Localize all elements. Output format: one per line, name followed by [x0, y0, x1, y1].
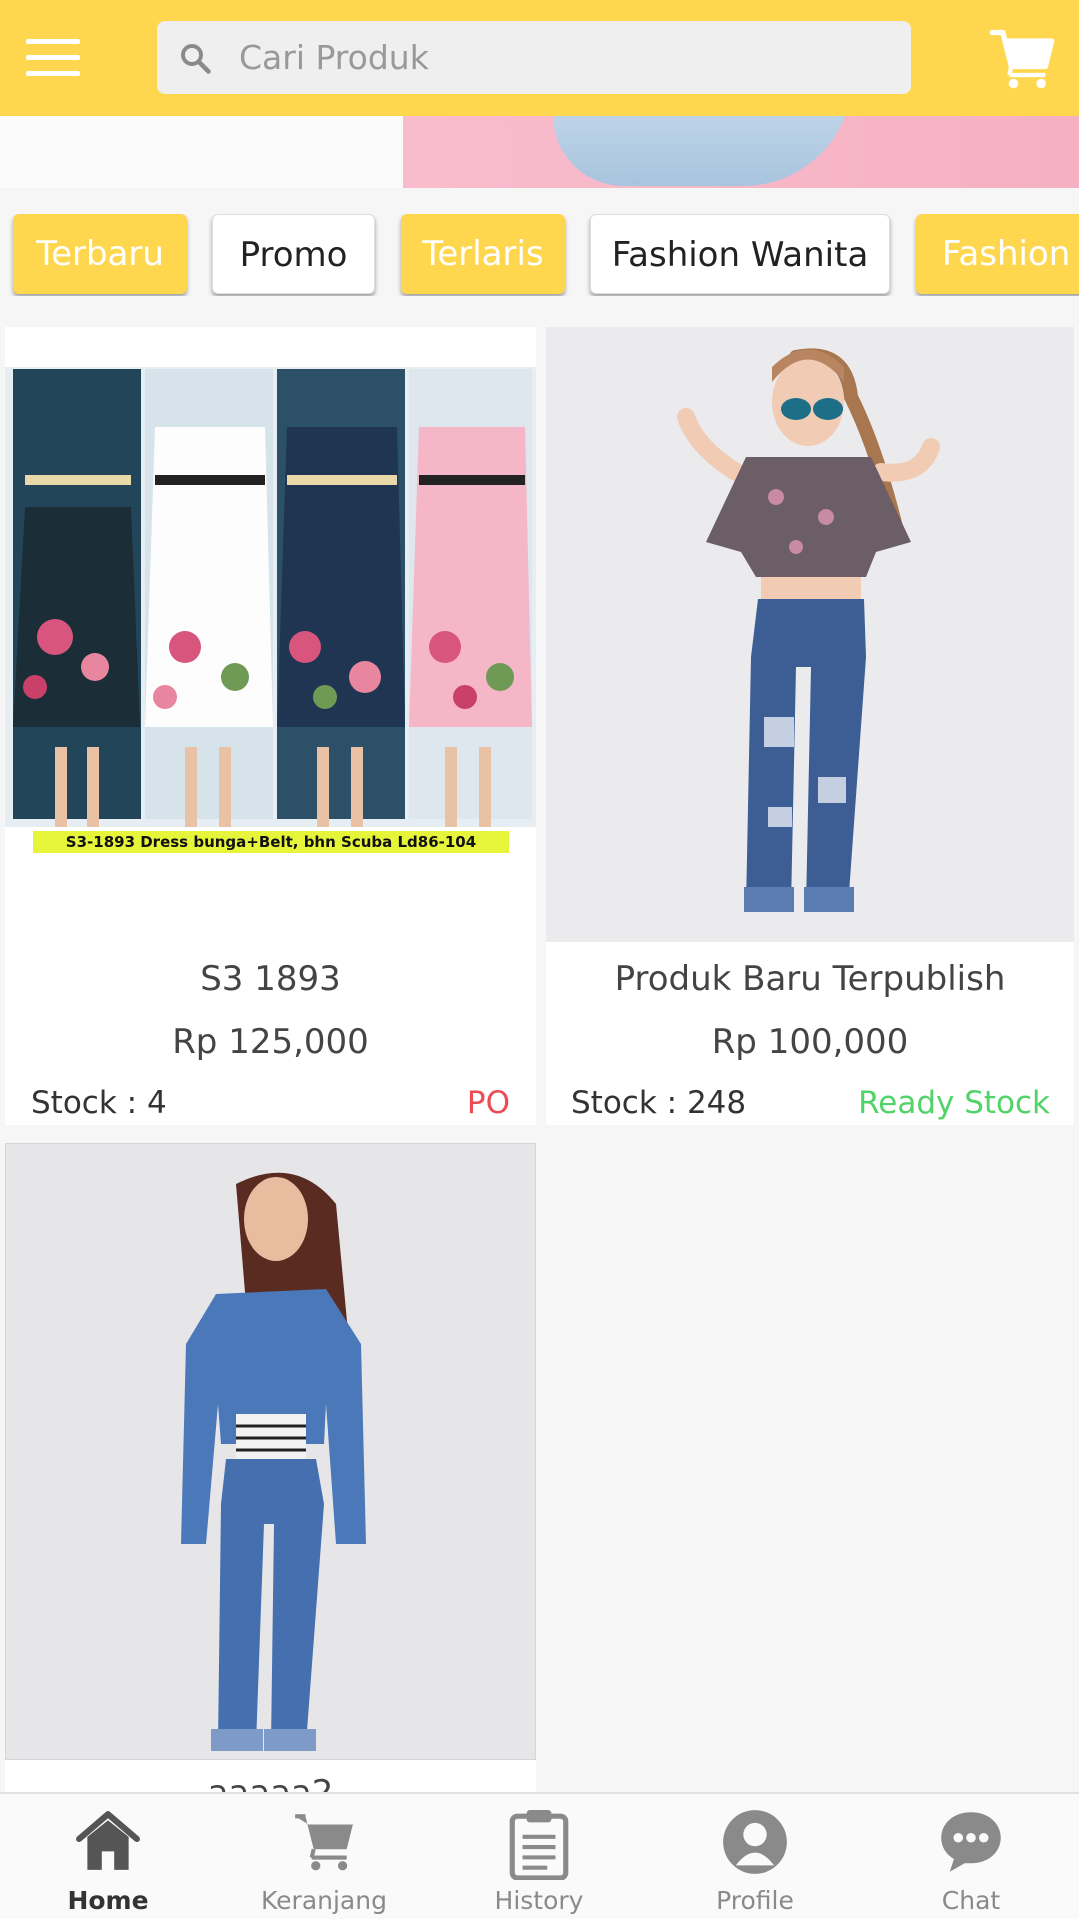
nav-chat[interactable]: Chat [886, 1794, 1056, 1919]
chat-icon [941, 1812, 1001, 1872]
profile-icon [723, 1810, 787, 1874]
search-bar[interactable] [157, 21, 911, 94]
product-image [546, 327, 1074, 942]
product-name: Produk Baru Terpublish [614, 959, 1006, 999]
clipboard-icon [509, 1810, 569, 1880]
product-image [5, 1143, 536, 1760]
bottom-navigation: Home Keranjang History Profile Chat [0, 1792, 1079, 1919]
banner-image [403, 116, 1079, 188]
nav-profile[interactable]: Profile [670, 1794, 840, 1919]
chip-terlaris[interactable]: Terlaris [401, 214, 565, 294]
category-chips: Terbaru Promo Terlaris Fashion Wanita Fa… [0, 214, 1079, 296]
product-card[interactable]: aaaaa2 [5, 1143, 536, 1803]
product-name: S3 1893 [200, 959, 341, 999]
nav-home[interactable]: Home [23, 1794, 193, 1919]
chip-promo[interactable]: Promo [212, 214, 375, 294]
product-image: S3-1893 Dress bunga+Belt, bhn Scuba Ld86… [5, 327, 536, 942]
nav-keranjang[interactable]: Keranjang [239, 1794, 409, 1919]
nav-label: Home [67, 1886, 149, 1915]
product-price: Rp 125,000 [172, 1022, 369, 1062]
chip-fashion-pria[interactable]: Fashion P [916, 214, 1079, 294]
product-stock: Stock : 248 [571, 1085, 747, 1121]
chip-terbaru[interactable]: Terbaru [13, 214, 187, 294]
search-input[interactable] [239, 21, 889, 94]
cart-icon[interactable] [988, 24, 1056, 92]
status-badge: PO [466, 1085, 510, 1121]
chip-fashion-wanita[interactable]: Fashion Wanita [590, 214, 890, 294]
product-card[interactable]: Produk Baru Terpublish Rp 100,000 Stock … [546, 327, 1074, 1125]
menu-icon[interactable] [24, 34, 82, 80]
image-caption: S3-1893 Dress bunga+Belt, bhn Scuba Ld86… [65, 833, 477, 851]
nav-label: Keranjang [261, 1886, 387, 1915]
cart-icon [295, 1814, 353, 1871]
top-bar [0, 0, 1079, 116]
nav-label: Profile [716, 1886, 794, 1915]
app-screen: Terbaru Promo Terlaris Fashion Wanita Fa… [0, 0, 1079, 1919]
nav-label: Chat [941, 1886, 1001, 1915]
home-icon [76, 1811, 140, 1870]
nav-label: History [494, 1886, 584, 1915]
promo-banner[interactable] [0, 116, 1079, 188]
nav-history[interactable]: History [454, 1794, 624, 1919]
product-price: Rp 100,000 [711, 1022, 909, 1062]
search-icon [181, 44, 211, 74]
status-badge: Ready Stock [858, 1085, 1050, 1121]
product-stock: Stock : 4 [31, 1085, 167, 1121]
product-card[interactable]: S3-1893 Dress bunga+Belt, bhn Scuba Ld86… [5, 327, 536, 1125]
